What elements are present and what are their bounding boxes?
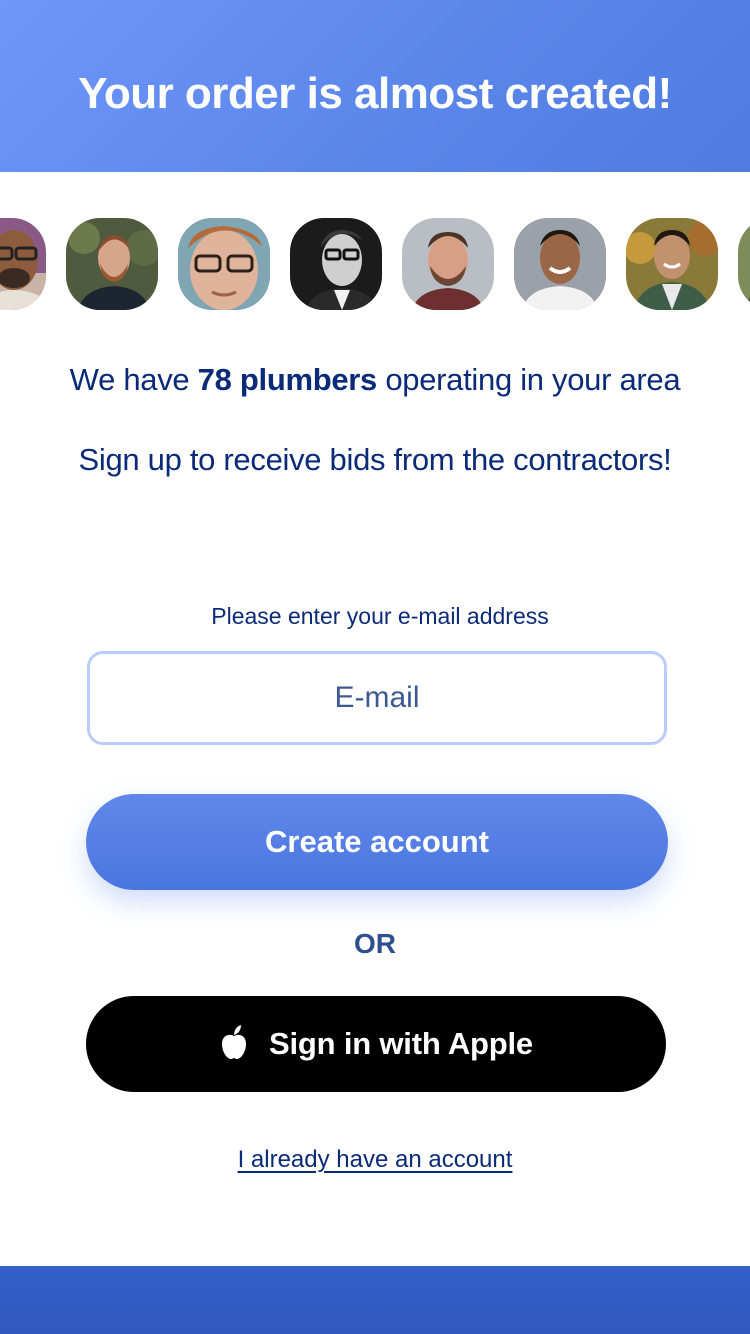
email-label: Please enter your e-mail address [211, 603, 549, 629]
contractor-avatar [290, 218, 382, 310]
plumbers-count-text: We have 78 plumbers operating in your ar… [0, 362, 750, 398]
contractor-avatars-strip [0, 218, 750, 310]
email-input[interactable] [87, 651, 667, 745]
page-title: Your order is almost created! [78, 69, 672, 118]
login-link-container: I already have an account [0, 1146, 750, 1174]
apple-logo-icon [219, 1024, 249, 1060]
contractor-avatar [178, 218, 270, 310]
create-account-button[interactable]: Create account [86, 794, 668, 890]
header-banner: Your order is almost created! [0, 0, 750, 172]
plumbers-count-highlight: 78 plumbers [197, 362, 378, 397]
or-divider: OR [354, 928, 396, 959]
contractor-avatar [738, 218, 750, 310]
already-have-account-link[interactable]: I already have an account [238, 1146, 513, 1173]
footer-bar [0, 1266, 750, 1334]
contractor-avatar [402, 218, 494, 310]
contractor-avatar [626, 218, 718, 310]
contractor-avatar [0, 218, 46, 310]
info-suffix: operating in your area [377, 362, 681, 397]
sign-in-with-apple-button[interactable]: Sign in with Apple [86, 996, 666, 1092]
contractor-avatar [66, 218, 158, 310]
contractor-avatar [514, 218, 606, 310]
apple-button-label: Sign in with Apple [269, 1026, 533, 1061]
signup-subtitle: Sign up to receive bids from the contrac… [78, 442, 672, 477]
info-prefix: We have [69, 362, 198, 397]
